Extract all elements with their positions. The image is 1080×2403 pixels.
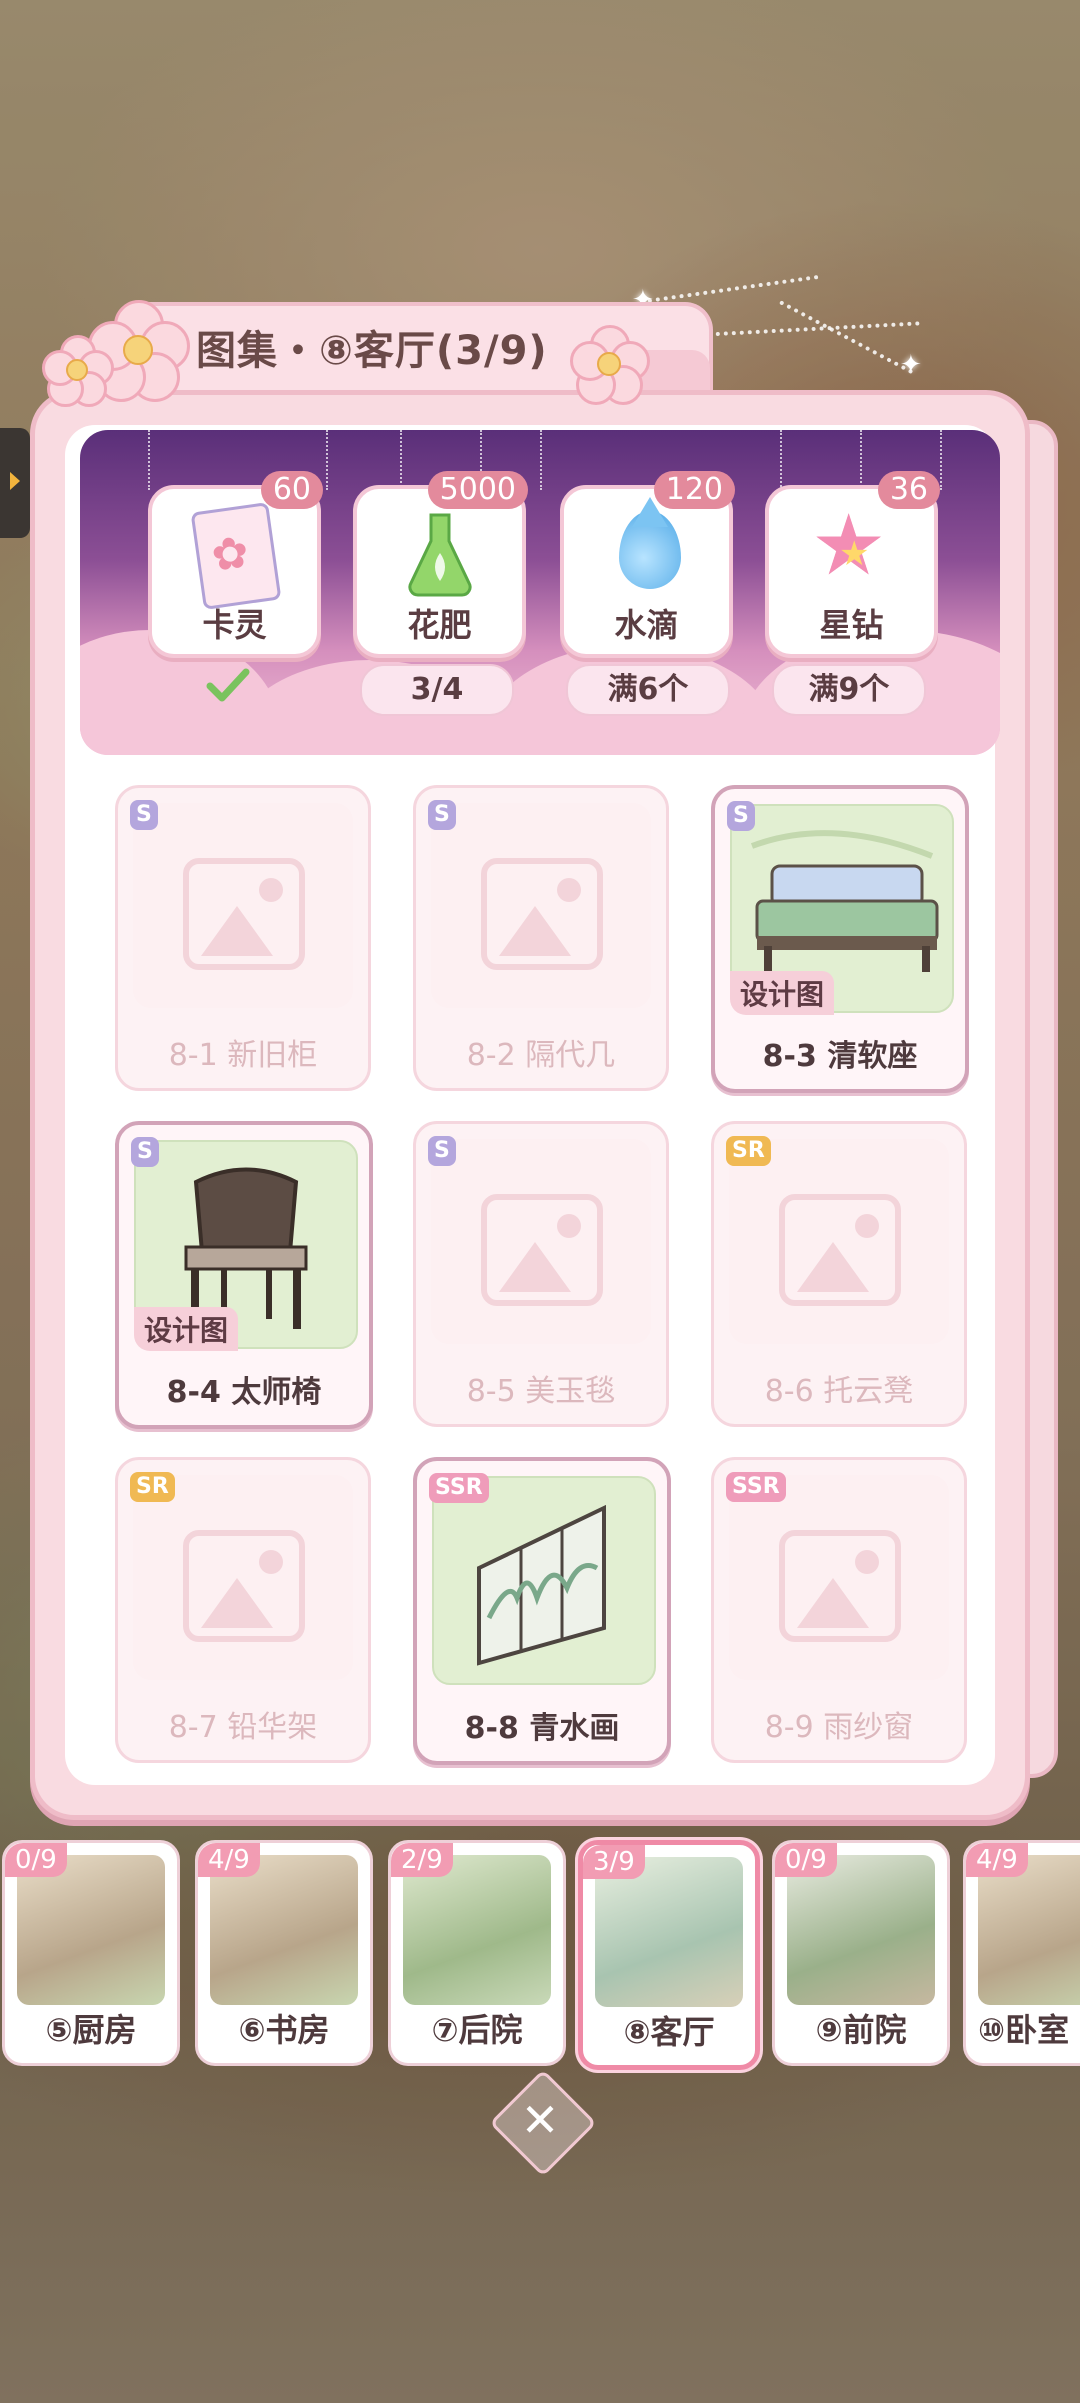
item-name: 8-9 雨纱窗: [764, 1710, 914, 1745]
rarity-badge: S: [428, 800, 456, 830]
item-name: 8-8 青水画: [464, 1711, 620, 1746]
room-thumbnail: [787, 1855, 935, 2005]
side-expand-arrow-icon[interactable]: [0, 428, 30, 538]
reward-count: 5000: [427, 471, 528, 509]
room-tab-living-room[interactable]: 3/9 ⑧客厅: [578, 1840, 760, 2070]
title-tab-fold: [640, 350, 710, 394]
reward-count: 36: [877, 471, 940, 509]
close-icon[interactable]: ✕: [505, 2085, 575, 2155]
reward-label: 花肥: [407, 606, 472, 644]
rarity-badge: SR: [130, 1472, 175, 1502]
room-thumbnail: [595, 1857, 743, 2007]
rarity-badge: S: [428, 1136, 456, 1166]
cherry-blossom-icon: [42, 335, 114, 407]
reward-label: 星钻: [819, 606, 884, 644]
star-core-icon: ★: [839, 534, 870, 574]
room-progress: 4/9: [198, 1843, 260, 1877]
reward-card-spirit[interactable]: 60 卡灵: [148, 471, 323, 658]
item-tile[interactable]: S 8-1 新旧柜: [115, 785, 371, 1091]
rarity-badge: SR: [726, 1136, 771, 1166]
room-thumbnail: [403, 1855, 551, 2005]
sparkle-icon: ✦: [900, 350, 922, 380]
room-label: ⑥书房: [238, 2011, 330, 2049]
item-tile[interactable]: S 8-5 美玉毯: [413, 1121, 669, 1427]
reward-status: 满6个: [566, 664, 730, 716]
card-icon: [190, 502, 282, 610]
room-progress: 4/9: [966, 1843, 1028, 1877]
image-placeholder-icon: [183, 1530, 305, 1642]
room-label: ⑧客厅: [623, 2013, 715, 2051]
item-name: 8-2 隔代几: [466, 1038, 616, 1073]
item-name: 8-4 太师椅: [166, 1375, 322, 1410]
image-placeholder-icon: [183, 858, 305, 970]
reward-label: 水滴: [614, 606, 679, 644]
room-tab-kitchen[interactable]: 0/9 ⑤厨房: [2, 1840, 180, 2066]
image-placeholder-icon: [481, 1194, 603, 1306]
claimed-check-icon: [206, 668, 250, 702]
fertilizer-icon: [408, 513, 472, 597]
reward-water-drop[interactable]: 120 水滴: [560, 471, 735, 658]
room-progress: 3/9: [583, 1845, 645, 1879]
item-tile[interactable]: S 设计图 8-3 清软座: [711, 785, 969, 1093]
rarity-badge: SSR: [726, 1472, 786, 1502]
image-placeholder-icon: [779, 1530, 901, 1642]
item-tile[interactable]: S 8-2 隔代几: [413, 785, 669, 1091]
rarity-badge: S: [130, 800, 158, 830]
room-progress: 0/9: [5, 1843, 67, 1877]
item-name: 8-6 托云凳: [764, 1374, 914, 1409]
room-thumbnail: [978, 1855, 1080, 2005]
item-name: 8-7 铅华架: [168, 1710, 318, 1745]
item-tile[interactable]: SSR 8-8 青水画: [413, 1457, 671, 1765]
image-placeholder-icon: [481, 858, 603, 970]
room-label: ⑤厨房: [45, 2011, 137, 2049]
item-name: 8-3 清软座: [762, 1039, 918, 1074]
room-label: ⑨前院: [815, 2011, 907, 2049]
room-tab-front-yard[interactable]: 0/9 ⑨前院: [772, 1840, 950, 2066]
room-tab-backyard[interactable]: 2/9 ⑦后院: [388, 1840, 566, 2066]
reward-count: 120: [653, 471, 735, 509]
reward-status: 满9个: [772, 664, 926, 716]
item-name: 8-1 新旧柜: [168, 1038, 318, 1073]
cherry-blossom-icon: [570, 325, 650, 405]
rarity-badge: S: [727, 801, 755, 831]
room-label: ⑦后院: [431, 2011, 523, 2049]
reward-count: 60: [260, 471, 323, 509]
rarity-badge: S: [131, 1137, 159, 1167]
item-tile[interactable]: SSR 8-9 雨纱窗: [711, 1457, 967, 1763]
room-tab-bedroom[interactable]: 4/9 ⑩卧室: [963, 1840, 1080, 2066]
room-progress: 2/9: [391, 1843, 453, 1877]
item-tile[interactable]: SR 8-7 铅华架: [115, 1457, 371, 1763]
rarity-badge: SSR: [429, 1473, 489, 1503]
painting-screen-icon: [477, 1504, 606, 1666]
image-placeholder-icon: [779, 1194, 901, 1306]
room-tab-study[interactable]: 4/9 ⑥书房: [195, 1840, 373, 2066]
room-progress: 0/9: [775, 1843, 837, 1877]
item-tile[interactable]: S 设计图 8-4 太师椅: [115, 1121, 373, 1429]
reward-status: 3/4: [360, 664, 514, 716]
room-label: ⑩卧室: [978, 2011, 1070, 2049]
design-tag: 设计图: [730, 971, 835, 1015]
room-thumbnail: [210, 1855, 358, 2005]
design-tag: 设计图: [134, 1307, 239, 1351]
item-tile[interactable]: SR 8-6 托云凳: [711, 1121, 967, 1427]
reward-label: 卡灵: [202, 606, 267, 644]
reward-star-diamond[interactable]: ★ ★ 36 星钻: [765, 471, 940, 658]
item-name: 8-5 美玉毯: [466, 1374, 616, 1409]
reward-fertilizer[interactable]: 5000 花肥: [353, 471, 528, 658]
album-title: 图集・⑧客厅(3/9): [196, 328, 548, 374]
room-thumbnail: [17, 1855, 165, 2005]
water-drop-icon: [619, 497, 681, 589]
